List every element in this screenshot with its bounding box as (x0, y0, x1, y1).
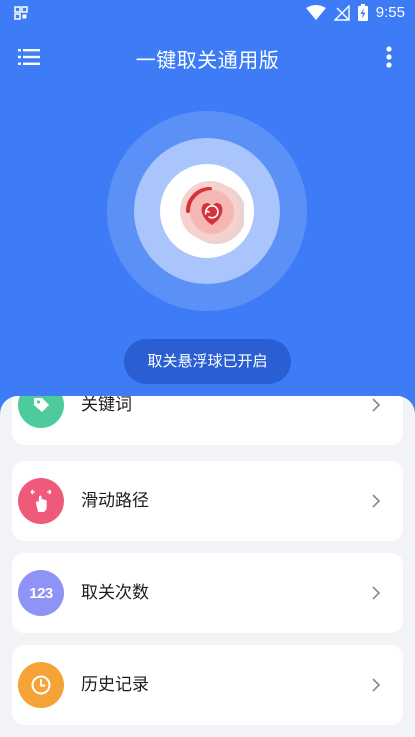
app-notification-icon (14, 6, 28, 20)
menu-item-label: 历史记录 (81, 675, 149, 695)
numbers-icon-text: 123 (29, 584, 53, 602)
menu-item-swipe-path[interactable]: 滑动路径 (12, 461, 403, 541)
menu-sheet: 关键词 滑动路径 123 取关次数 历史记录 (0, 396, 415, 737)
status-bar: 9:55 (0, 0, 415, 28)
floating-ball-status-badge: 取关悬浮球已开启 (124, 339, 291, 384)
chevron-right-icon (372, 398, 381, 412)
menu-item-keywords[interactable]: 关键词 (12, 396, 403, 445)
wifi-icon (305, 4, 326, 20)
menu-item-label: 关键词 (81, 396, 132, 415)
chevron-right-icon (372, 678, 381, 692)
menu-item-label: 取关次数 (81, 583, 149, 603)
clock-time: 9:55 (375, 4, 405, 21)
clock-icon (18, 662, 64, 708)
page-title: 一键取关通用版 (135, 48, 280, 72)
tag-icon (18, 396, 64, 428)
hero-area: 9:55 一键取关通用版 取关悬浮球已开启 (0, 0, 415, 420)
menu-item-unfollow-count[interactable]: 123 取关次数 (12, 553, 403, 633)
swipe-hand-icon (18, 478, 64, 524)
numbers-123-icon: 123 (18, 570, 64, 616)
chevron-right-icon (372, 586, 381, 600)
menu-item-history[interactable]: 历史记录 (12, 645, 403, 725)
chevron-right-icon (372, 494, 381, 508)
no-signal-icon (333, 4, 350, 21)
more-options-icon[interactable] (385, 45, 393, 69)
menu-item-label: 滑动路径 (81, 491, 149, 511)
app-bar: 一键取关通用版 (0, 40, 415, 74)
battery-charging-icon (357, 4, 368, 21)
floating-ball-heart-icon[interactable] (176, 178, 244, 246)
